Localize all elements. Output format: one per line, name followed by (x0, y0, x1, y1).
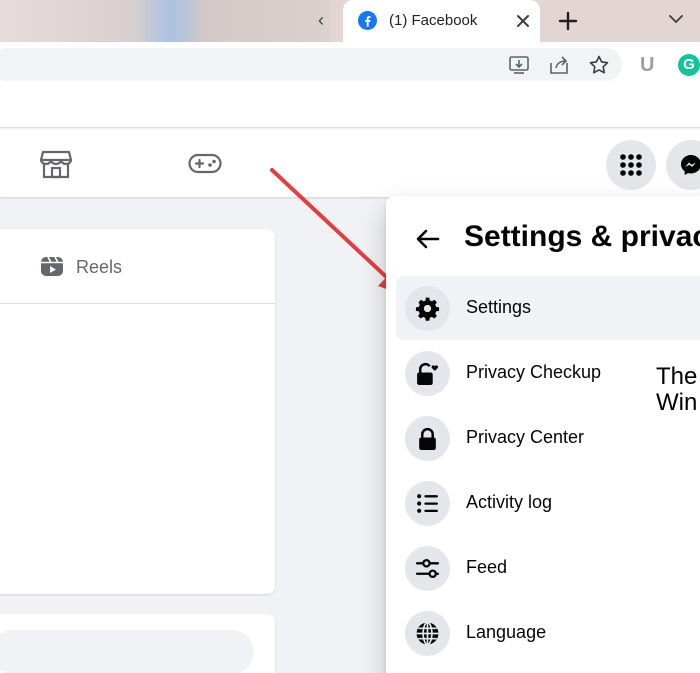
post-composer-input[interactable] (0, 630, 254, 673)
bookmarks-area (0, 86, 700, 128)
settings-privacy-panel: Settings & privacy Settings Privacy Chec… (386, 196, 700, 673)
active-tab[interactable]: (1) Facebook (343, 0, 540, 42)
menu-item-language[interactable]: Language (396, 601, 700, 665)
menu-item-label: Activity log (466, 492, 553, 512)
privacy-center-icon-circle (405, 416, 450, 461)
menu-item-privacy-center[interactable]: Privacy Center (396, 406, 700, 470)
language-icon-circle (405, 611, 450, 656)
menu-item-settings[interactable]: Settings (396, 276, 700, 340)
messenger-button[interactable] (666, 140, 700, 190)
tab-close-icon[interactable] (513, 11, 533, 31)
menu-item-privacy-checkup[interactable]: Privacy Checkup (396, 341, 700, 405)
messenger-icon (681, 155, 700, 175)
tab-title: (1) Facebook (389, 12, 478, 29)
settings-icon-circle (405, 286, 450, 331)
feed-icon-circle (405, 546, 450, 591)
privacy-checkup-icon-circle (405, 351, 450, 396)
inactive-tab[interactable] (0, 0, 330, 42)
extension-u-icon[interactable]: U (640, 54, 660, 76)
stories-reels-card: Reels (0, 229, 275, 594)
new-tab-plus-icon[interactable] (556, 9, 580, 33)
menu-item-label: Feed (466, 557, 508, 577)
back-arrow-icon[interactable] (410, 221, 446, 257)
gear-icon (415, 297, 440, 321)
browser-tab-strip: ‹ (1) Facebook (0, 0, 700, 42)
reels-icon (41, 256, 63, 276)
install-app-icon[interactable] (508, 54, 530, 76)
reels-tab-label[interactable]: Reels (76, 257, 122, 278)
menu-item-label: Language (466, 622, 547, 642)
facebook-favicon-icon (358, 11, 377, 30)
grammarly-extension-icon[interactable]: G (678, 54, 700, 76)
inactive-tab-close-icon[interactable]: ‹ (318, 9, 332, 31)
list-icon (417, 494, 438, 513)
menu-item-activity-log[interactable]: Activity log (396, 471, 700, 535)
lock-heart-icon (417, 362, 439, 385)
menu-item-label: Privacy Checkup (466, 362, 602, 382)
globe-icon (416, 621, 439, 646)
tab-search-chevron-down-icon[interactable] (665, 9, 687, 29)
menu-item-label: Settings (466, 297, 532, 317)
post-composer-card (0, 614, 275, 673)
browser-toolbar: U G (0, 42, 700, 86)
menu-item-feed[interactable]: Feed (396, 536, 700, 600)
menu-grid-button[interactable] (606, 140, 656, 190)
sliders-icon (415, 559, 440, 578)
bookmark-star-icon[interactable] (588, 54, 610, 76)
gaming-controller-icon[interactable] (188, 148, 222, 180)
card-divider (0, 303, 275, 304)
share-icon[interactable] (548, 54, 570, 76)
lock-icon (419, 427, 436, 450)
grid-menu-icon (620, 154, 642, 176)
activity-log-icon-circle (405, 481, 450, 526)
marketplace-icon[interactable] (39, 148, 73, 180)
overlay-text-fragment: The Win (656, 363, 698, 416)
panel-title: Settings & privacy (464, 220, 700, 253)
menu-item-label: Privacy Center (466, 427, 585, 447)
